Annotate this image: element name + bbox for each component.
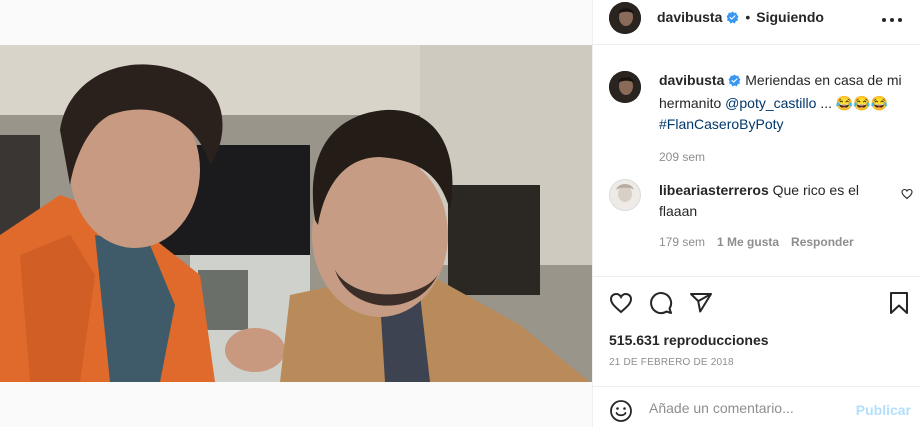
commenter-username[interactable]: libeariasterreros — [659, 182, 769, 198]
emoji-button[interactable] — [609, 399, 633, 427]
header-line: davibusta • Siguiendo — [657, 9, 824, 29]
avatar-image — [609, 2, 641, 34]
comment-input[interactable] — [649, 397, 849, 419]
following-button[interactable]: Siguiendo — [756, 9, 824, 25]
caption-timestamp[interactable]: 209 sem — [659, 147, 903, 168]
comment-likes[interactable]: 1 Me gusta — [717, 235, 779, 249]
save-button[interactable] — [889, 291, 909, 320]
reply-button[interactable]: Responder — [791, 235, 854, 249]
hashtag-link[interactable]: #FlanCaseroByPoty — [659, 116, 784, 132]
verified-badge-icon — [726, 11, 739, 29]
publish-button[interactable]: Publicar — [856, 402, 911, 418]
bookmark-icon — [890, 292, 908, 314]
heart-icon — [901, 188, 913, 200]
caption-username[interactable]: davibusta — [659, 72, 724, 88]
media-column — [0, 0, 592, 427]
comment-item: libeariasterreros Que rico es el flaaan … — [659, 180, 889, 253]
views-count[interactable]: 515.631 reproducciones — [609, 332, 769, 348]
post-date[interactable]: 21 de febrero de 2018 — [609, 357, 734, 368]
separator-dot: • — [745, 9, 751, 25]
comment-meta: 179 sem 1 Me gusta Responder — [659, 232, 889, 253]
post-side-panel: davibusta • Siguiendo davibusta Meriendas… — [592, 0, 920, 427]
share-button[interactable] — [689, 291, 713, 320]
post-video[interactable] — [0, 45, 592, 382]
like-button[interactable] — [609, 291, 633, 320]
comment-icon — [650, 292, 673, 315]
author-username[interactable]: davibusta — [657, 9, 722, 25]
more-options-button[interactable] — [881, 12, 903, 30]
post-caption: davibusta Meriendas en casa de mi herman… — [659, 70, 903, 168]
author-avatar[interactable] — [609, 2, 641, 34]
verified-badge-icon — [728, 72, 741, 93]
comment-like-button[interactable] — [901, 187, 913, 205]
caption-suffix: ... 😂😂😂 — [820, 95, 889, 111]
video-frame — [0, 45, 592, 382]
heart-icon — [609, 292, 633, 314]
comment-timestamp[interactable]: 179 sem — [659, 235, 705, 249]
commenter-avatar[interactable] — [609, 179, 641, 211]
add-comment-bar: Publicar — [593, 387, 920, 427]
avatar-image — [610, 180, 640, 210]
caption-avatar[interactable] — [609, 71, 641, 103]
avatar-image — [609, 71, 641, 103]
post-actions: 515.631 reproducciones 21 de febrero de … — [593, 277, 920, 387]
more-horizontal-icon — [882, 18, 902, 22]
emoji-icon — [610, 400, 632, 422]
share-icon — [690, 293, 712, 313]
comment-button[interactable] — [649, 291, 673, 320]
comments-section: davibusta Meriendas en casa de mi herman… — [593, 45, 920, 277]
post-header: davibusta • Siguiendo — [593, 0, 920, 45]
mention-link[interactable]: @poty_castillo — [725, 95, 816, 111]
